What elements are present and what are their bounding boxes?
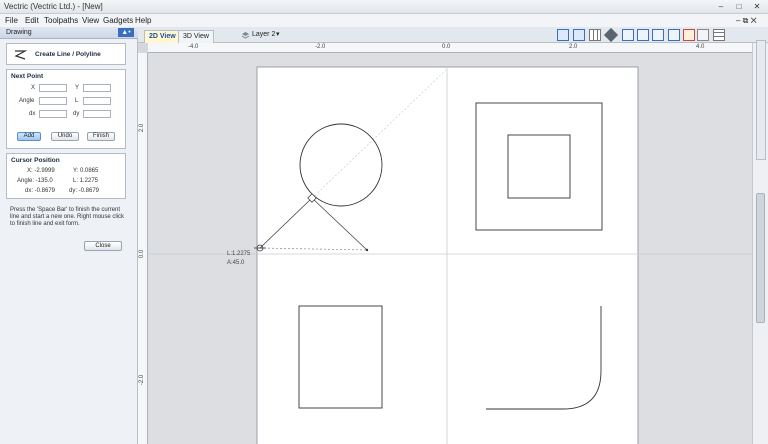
- y-input[interactable]: [83, 84, 111, 92]
- pin-icon[interactable]: ▲•: [118, 28, 134, 37]
- add-button[interactable]: Add: [17, 132, 41, 141]
- grid-icon[interactable]: [589, 29, 601, 41]
- panel-header-label: Drawing: [6, 29, 32, 36]
- y-label: Y: [75, 85, 80, 91]
- dx-label: dx: [29, 111, 36, 117]
- menu-view[interactable]: View: [82, 16, 99, 25]
- zoom-extents-icon[interactable]: [557, 29, 569, 41]
- ruler-h-tick: 2.0: [569, 44, 578, 50]
- polyline-icon: [14, 50, 27, 60]
- tool-title: Create Line / Polyline: [35, 51, 101, 58]
- cursor-x: X: -2.9999: [27, 168, 55, 174]
- menu-edit[interactable]: Edit: [25, 16, 39, 25]
- restore-doc-button[interactable]: – ⧉ ✕: [736, 16, 757, 26]
- angle-readout: A:45.0: [227, 260, 245, 266]
- drawing-canvas[interactable]: L:1.2275 A:45.0: [148, 53, 752, 444]
- angle-input[interactable]: [39, 97, 67, 105]
- maximize-button[interactable]: □: [732, 1, 746, 12]
- hint-text: Press the 'Space Bar' to finish the curr…: [10, 207, 125, 227]
- layer-dropdown[interactable]: Layer 2: [252, 31, 275, 38]
- ruler-h-tick: -2.0: [315, 44, 326, 50]
- panel-header: Drawing ▲•: [0, 27, 138, 39]
- cursor-heading: Cursor Position: [11, 157, 60, 164]
- tool-title-box: Create Line / Polyline: [6, 43, 126, 65]
- layers-icon: [241, 32, 250, 39]
- chevron-down-icon[interactable]: ▾: [276, 30, 280, 38]
- menu-bar: File Edit Toolpaths View Gadgets Help – …: [0, 14, 768, 27]
- menu-gadgets[interactable]: Gadgets: [103, 16, 133, 25]
- undo-button[interactable]: Undo: [51, 132, 79, 141]
- drawing-svg: [148, 66, 752, 444]
- ruler-v-tick: 2.0: [139, 123, 146, 133]
- cursor-dx: dx: -0.8679: [25, 188, 56, 194]
- dx-input[interactable]: [39, 110, 67, 118]
- minimize-button[interactable]: –: [714, 1, 728, 12]
- ruler-v-tick: -2.0: [139, 374, 146, 386]
- l-input[interactable]: [83, 97, 111, 105]
- drawing-panel: Drawing ▲• Create Line / Polyline Next P…: [0, 27, 138, 444]
- side-panel-tab[interactable]: [756, 40, 766, 160]
- settings-icon[interactable]: [683, 29, 695, 41]
- close-window-button[interactable]: ✕: [750, 1, 764, 12]
- scroll-thumb[interactable]: [756, 193, 765, 323]
- dy-label: dy: [73, 111, 80, 117]
- window-title: Vectric (Vectric Ltd.) - [New]: [4, 2, 103, 11]
- ruler-h-tick: 4.0: [696, 44, 705, 50]
- finish-button[interactable]: Finish: [87, 132, 115, 141]
- cursor-y: Y: 0.0865: [73, 168, 99, 174]
- tab-2d-view[interactable]: 2D View: [144, 30, 181, 43]
- next-point-heading: Next Point: [11, 73, 44, 80]
- cursor-position-box: Cursor Position X: -2.9999 Y: 0.0865 Ang…: [6, 153, 126, 199]
- next-point-box: Next Point X Y Angle L dx dy Add Undo Fi…: [6, 69, 126, 149]
- view-iso-icon[interactable]: [637, 29, 649, 41]
- view-top-icon[interactable]: [622, 29, 634, 41]
- cursor-l: L: 1.2275: [73, 178, 99, 184]
- dy-input[interactable]: [83, 110, 111, 118]
- ruler-h-tick: 0.0: [442, 44, 451, 50]
- x-label: X: [31, 85, 36, 91]
- length-readout: L:1.2275: [227, 251, 251, 257]
- menu-toolpaths[interactable]: Toolpaths: [44, 16, 78, 25]
- l-label: L: [75, 98, 79, 104]
- layers-toggle-icon[interactable]: [697, 29, 709, 41]
- menu-file[interactable]: File: [5, 16, 18, 25]
- view-right-icon[interactable]: [668, 29, 680, 41]
- vertical-ruler: 2.0 0.0 -2.0: [138, 53, 148, 444]
- tab-3d-view[interactable]: 3D View: [178, 30, 214, 43]
- cursor-dy: dy: -0.8679: [69, 188, 100, 194]
- view-front-icon[interactable]: [652, 29, 664, 41]
- x-input[interactable]: [39, 84, 67, 92]
- horizontal-ruler: -4.0 -2.0 0.0 2.0 4.0: [148, 43, 752, 53]
- material-sheet: [256, 66, 639, 444]
- close-button[interactable]: Close: [84, 241, 122, 251]
- title-bar: Vectric (Vectric Ltd.) - [New] – □ ✕: [0, 0, 768, 14]
- zoom-box-icon[interactable]: [573, 29, 585, 41]
- menu-help[interactable]: Help: [135, 16, 151, 25]
- cursor-angle: Angle: -135.0: [17, 178, 53, 184]
- table-icon[interactable]: [713, 29, 725, 41]
- angle-label: Angle: [19, 98, 35, 104]
- ruler-h-tick: -4.0: [188, 44, 199, 50]
- ruler-v-tick: 0.0: [139, 249, 146, 259]
- endpoint-marker: [365, 248, 369, 252]
